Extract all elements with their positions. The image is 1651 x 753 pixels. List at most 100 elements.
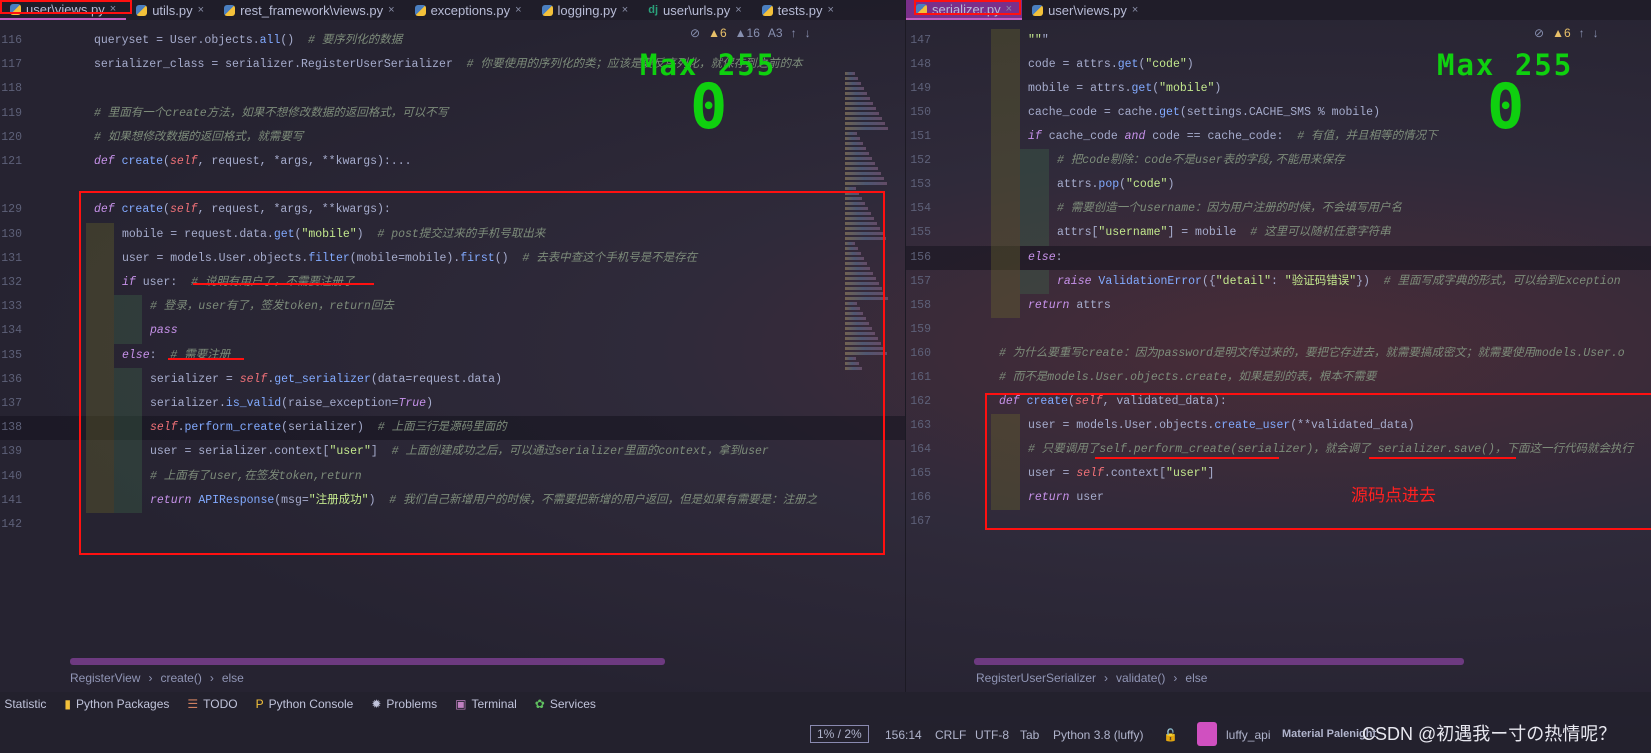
- inspection-widget[interactable]: ⊘ ▲6 ▲16 A3 ↑ ↓: [690, 26, 811, 40]
- code-line[interactable]: queryset = User.objects.all() # 要序列化的数据: [94, 29, 402, 53]
- next-highlight-icon[interactable]: ↓: [805, 26, 811, 40]
- code-line[interactable]: raise ValidationError({"detail": "验证码错误"…: [1057, 270, 1621, 294]
- python-console-icon: P: [255, 697, 264, 711]
- close-icon[interactable]: ×: [622, 4, 628, 16]
- warning-count[interactable]: ▲6: [708, 26, 727, 40]
- tab-label: user\urls.py: [663, 2, 731, 18]
- minimap-line: [845, 102, 873, 105]
- tab-label: logging.py: [557, 2, 617, 18]
- editor-tab[interactable]: utils.py ×: [126, 0, 214, 20]
- indent-setting[interactable]: Tab: [1020, 728, 1039, 742]
- breadcrumb-item[interactable]: else: [1185, 671, 1207, 685]
- indent-guide: [991, 101, 1020, 126]
- typo-count-value: 3: [775, 26, 783, 40]
- code-line[interactable]: attrs.pop("code"): [1057, 173, 1174, 197]
- editor-tab[interactable]: rest_framework\views.py ×: [214, 0, 404, 20]
- warning-count[interactable]: ▲6: [1552, 26, 1571, 40]
- prev-highlight-icon[interactable]: ↑: [1579, 26, 1585, 40]
- minimap-line: [845, 107, 876, 110]
- code-line[interactable]: return attrs: [1028, 294, 1111, 318]
- code-line[interactable]: # 把code剔除：code不是user表的字段,不能用来保存: [1057, 149, 1345, 173]
- breadcrumb-item[interactable]: create(): [160, 671, 201, 685]
- line-number: 135: [1, 348, 22, 362]
- chevron-right-icon: ›: [1173, 671, 1178, 685]
- caret-position[interactable]: 156:14: [885, 728, 922, 742]
- line-number: 120: [1, 130, 22, 144]
- toolwindow-todo[interactable]: ☰ TODO: [187, 697, 237, 711]
- close-icon[interactable]: ×: [388, 4, 394, 16]
- breadcrumb-item[interactable]: RegisterUserSerializer: [976, 671, 1096, 685]
- terminal-icon: ▣: [455, 697, 467, 711]
- code-line[interactable]: cache_code = cache.get(settings.CACHE_SM…: [1028, 101, 1380, 125]
- minimap-line: [845, 172, 881, 175]
- code-line[interactable]: else:: [1028, 246, 1063, 270]
- toolwindow-problems[interactable]: ✹ Problems: [371, 697, 437, 711]
- code-line[interactable]: # 为什么要重写create：因为password是明文传过来的，要把它存进去，…: [999, 342, 1625, 366]
- indent-guide: [1020, 269, 1049, 294]
- close-icon[interactable]: ×: [735, 4, 741, 16]
- toolwindow-services[interactable]: ✿ Services: [535, 697, 596, 711]
- code-line[interactable]: # 里面有一个create方法，如果不想修改数据的返回格式，可以不写: [94, 102, 448, 126]
- toolwindow-python-console[interactable]: P Python Console: [256, 697, 354, 711]
- next-highlight-icon[interactable]: ↓: [1593, 26, 1599, 40]
- lock-icon[interactable]: 🔓: [1163, 728, 1178, 742]
- weak-warning-count[interactable]: ▲16: [735, 26, 760, 40]
- editor-tab[interactable]: tests.py ×: [752, 0, 844, 20]
- file-encoding[interactable]: UTF-8: [975, 728, 1009, 742]
- line-number: 147: [910, 34, 931, 47]
- editor-tab[interactable]: dj user\urls.py ×: [638, 0, 751, 20]
- hide-icon[interactable]: ⊘: [690, 26, 700, 40]
- indent-guide: [991, 77, 1020, 102]
- prev-highlight-icon[interactable]: ↑: [791, 26, 797, 40]
- toolwindow-label: TODO: [203, 697, 238, 711]
- code-line[interactable]: if cache_code and code == cache_code: # …: [1028, 125, 1438, 149]
- line-separator[interactable]: CRLF: [935, 728, 966, 742]
- chevron-right-icon: ›: [209, 671, 214, 685]
- toolwindow-label: Terminal: [471, 697, 517, 711]
- line-number: 117: [1, 58, 22, 72]
- minimap-line: [845, 142, 863, 145]
- line-number: 162: [910, 394, 931, 408]
- breadcrumb: RegisterUserSerializer › validate() › else: [976, 671, 1207, 685]
- left-tab-bar: user\views.py × utils.py × rest_framework\vi…: [0, 0, 905, 20]
- indent-guide: [991, 173, 1020, 198]
- editor-tab[interactable]: exceptions.py ×: [405, 0, 532, 20]
- editor-tab[interactable]: logging.py ×: [532, 0, 639, 20]
- code-line[interactable]: mobile = attrs.get("mobile"): [1028, 77, 1221, 101]
- close-icon[interactable]: ×: [827, 4, 833, 16]
- memory-indicator[interactable]: 1% / 2%: [810, 725, 869, 743]
- close-icon[interactable]: ×: [198, 4, 204, 16]
- python-icon: [136, 4, 148, 16]
- breadcrumb-item[interactable]: else: [222, 671, 244, 685]
- line-number: 156: [910, 250, 931, 264]
- horizontal-scrollbar[interactable]: [974, 658, 1464, 665]
- hide-icon[interactable]: ⊘: [1534, 26, 1544, 40]
- interpreter[interactable]: Python 3.8 (luffy): [1053, 728, 1144, 742]
- project-name[interactable]: luffy_api: [1226, 728, 1270, 742]
- line-number: 118: [1, 82, 22, 96]
- code-line[interactable]: # 而不是models.User.objects.create，如果是别的表，根…: [999, 366, 1376, 390]
- code-line[interactable]: def create(self, request, *args, **kwarg…: [94, 150, 412, 174]
- line-number: 140: [1, 469, 22, 483]
- editor-tab[interactable]: user\views.py ×: [1022, 0, 1148, 20]
- toolwindow-terminal[interactable]: ▣ Terminal: [455, 697, 517, 711]
- indent-guide: [991, 53, 1020, 78]
- overlay-value: 0: [1487, 70, 1525, 143]
- close-icon[interactable]: ×: [515, 4, 521, 16]
- code-line[interactable]: # 需要创造一个username：因为用户注册的时候，不会填写用户名: [1057, 197, 1402, 221]
- code-line[interactable]: """: [1028, 29, 1049, 53]
- inspection-widget[interactable]: ⊘ ▲6 ↑ ↓: [1534, 26, 1599, 40]
- breadcrumb-item[interactable]: validate(): [1116, 671, 1165, 685]
- horizontal-scrollbar[interactable]: [70, 658, 665, 665]
- line-number: 158: [910, 298, 931, 312]
- breadcrumb-item[interactable]: RegisterView: [70, 671, 140, 685]
- toolwindow-python-packages[interactable]: ▮ Python Packages: [64, 697, 169, 711]
- close-icon[interactable]: ×: [1132, 4, 1138, 16]
- code-line[interactable]: code = attrs.get("code"): [1028, 53, 1194, 77]
- indent-guide: [1020, 221, 1049, 246]
- code-line[interactable]: attrs["username"] = mobile # 这里可以随机任意字符串: [1057, 221, 1391, 245]
- right-editor-pane: serializer.py × user\views.py × ⊘ ▲6 ↑ ↓ Reg…: [905, 0, 1651, 692]
- toolwindow-statistic[interactable]: ▥Statistic: [0, 697, 46, 711]
- code-line[interactable]: # 如果想修改数据的返回格式，就需要写: [94, 126, 303, 150]
- typo-count[interactable]: A3: [768, 26, 783, 40]
